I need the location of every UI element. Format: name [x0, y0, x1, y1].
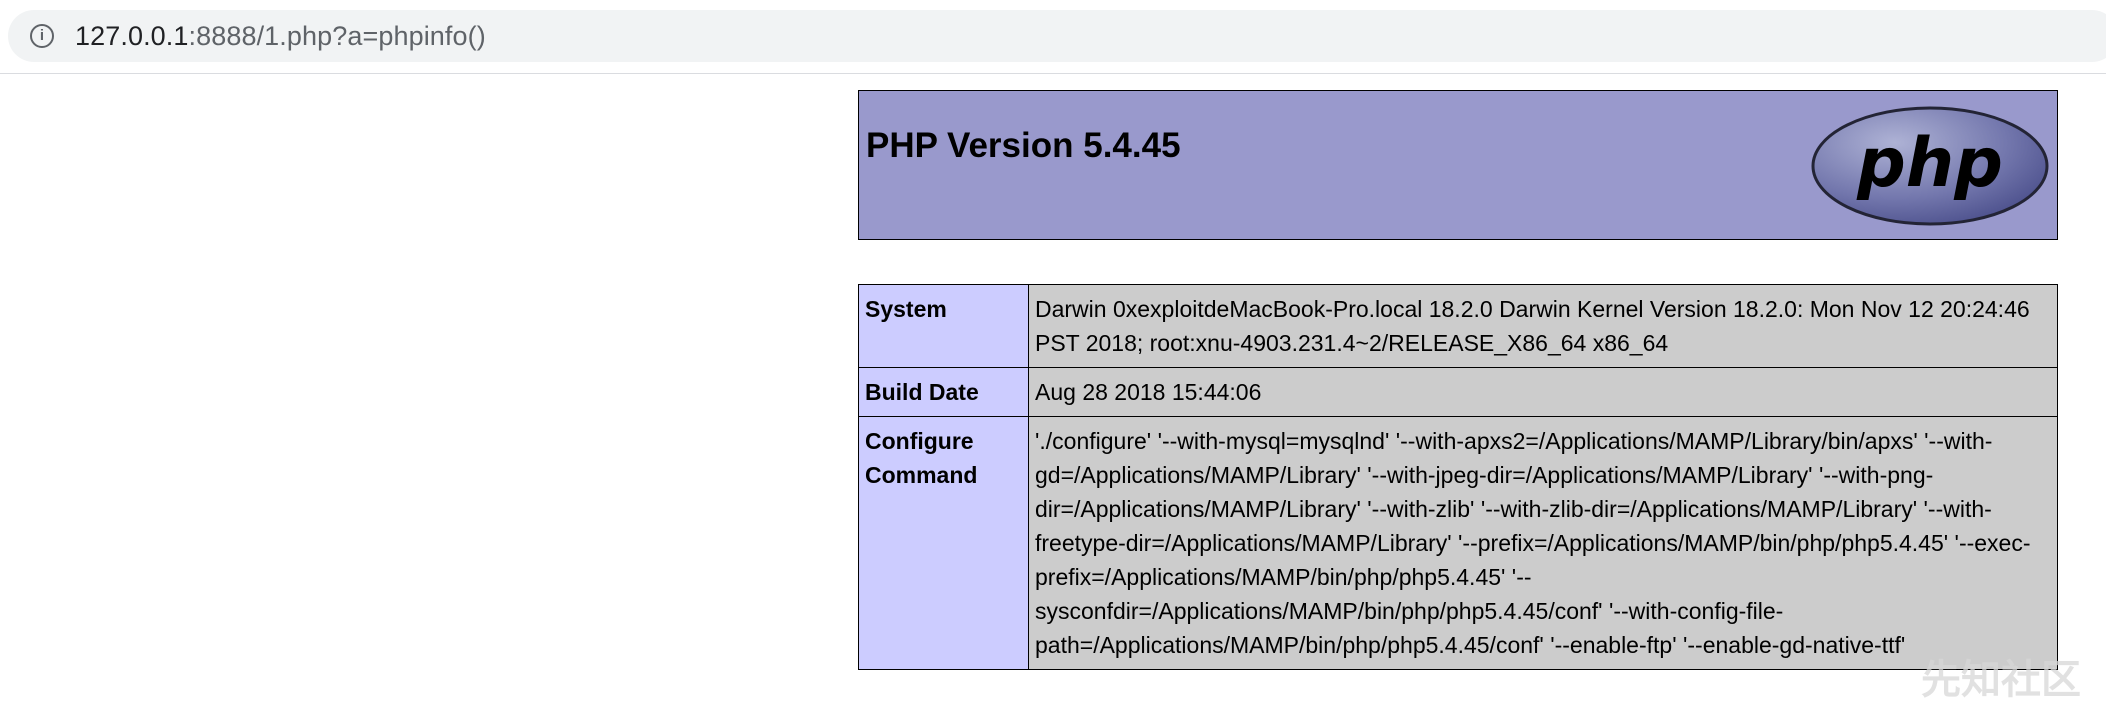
row-value: './configure' '--with-mysql=mysqlnd' '--… — [1028, 416, 2058, 670]
page-title: PHP Version 5.4.45 — [866, 126, 1181, 165]
table-row: Configure Command './configure' '--with-… — [858, 416, 2058, 670]
url-text[interactable]: 127.0.0.1:8888/1.php?a=phpinfo() — [75, 20, 486, 52]
info-icon[interactable]: i — [30, 24, 54, 48]
phpinfo-table: System Darwin 0xexploitdeMacBook-Pro.loc… — [858, 284, 2058, 670]
url-host: 127.0.0.1 — [75, 21, 189, 51]
row-label: Configure Command — [858, 416, 1029, 670]
php-logo-text: php — [1856, 124, 2003, 203]
row-value: Darwin 0xexploitdeMacBook-Pro.local 18.2… — [1028, 284, 2058, 368]
row-value: Aug 28 2018 15:44:06 — [1028, 367, 2058, 417]
table-row: Build Date Aug 28 2018 15:44:06 — [858, 367, 2058, 417]
address-bar[interactable]: i 127.0.0.1:8888/1.php?a=phpinfo() — [8, 10, 2106, 62]
phpinfo-header: PHP Version 5.4.45 php — [858, 90, 2058, 240]
url-path: :8888/1.php?a=phpinfo() — [188, 21, 486, 51]
table-row: System Darwin 0xexploitdeMacBook-Pro.loc… — [858, 284, 2058, 368]
row-label: Build Date — [858, 367, 1029, 417]
php-logo[interactable]: php — [1810, 104, 2050, 228]
watermark: 先知社区 — [1921, 657, 2081, 703]
browser-toolbar: i 127.0.0.1:8888/1.php?a=phpinfo() — [0, 0, 2106, 74]
row-label: System — [858, 284, 1029, 368]
